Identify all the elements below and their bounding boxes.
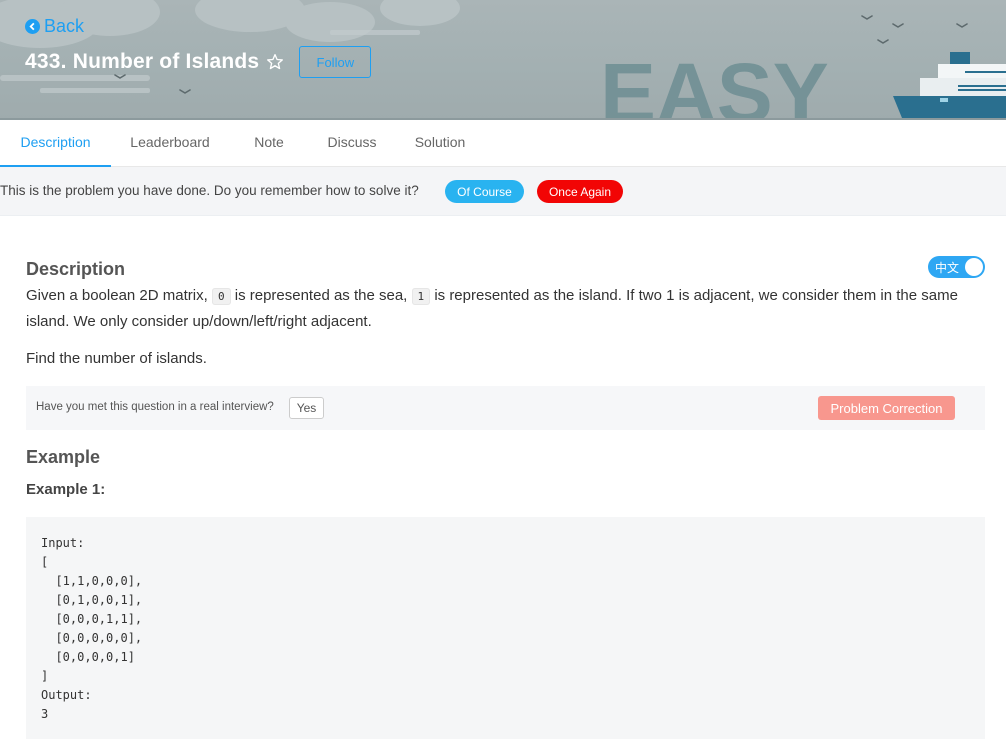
language-toggle-label: 中文 [935,261,960,275]
description-paragraph: Given a boolean 2D matrix, 0 is represen… [26,283,976,334]
arrow-left-circle-icon [25,19,40,34]
problem-tabs: Description Leaderboard Note Discuss Sol… [0,120,1006,167]
star-outline-icon[interactable] [265,52,285,72]
interview-question: Have you met this question in a real int… [36,401,274,413]
toggle-knob [965,258,983,276]
inline-code-zero: 0 [211,288,231,305]
problem-content: Description 中文 Given a boolean 2D matrix… [0,215,1006,755]
problem-correction-button[interactable]: Problem Correction [818,396,955,420]
description-text-1: Given a boolean 2D matrix, [26,287,208,304]
tab-discuss[interactable]: Discuss [322,120,382,167]
description-heading: Description [26,259,126,279]
follow-button[interactable]: Follow [299,46,372,78]
once-again-button[interactable]: Once Again [537,180,623,203]
of-course-button[interactable]: Of Course [445,180,524,203]
inline-code-one: 1 [411,288,431,305]
language-toggle[interactable]: 中文 [928,256,985,278]
example-code: Input: [ [1,1,0,0,0], [0,1,0,0,1], [0,0,… [41,536,143,721]
tab-solution[interactable]: Solution [407,120,473,167]
example-subheading: Example 1: [26,481,106,498]
interview-bar: Have you met this question in a real int… [26,386,985,430]
tab-leaderboard[interactable]: Leaderboard [124,120,216,167]
back-link[interactable]: Back [25,16,84,37]
back-link-label: Back [44,16,85,36]
tab-note[interactable]: Note [244,120,294,167]
problem-header-banner: EASY Back 433. Number of Islands Follow [0,0,1006,120]
tab-description[interactable]: Description [0,120,111,167]
example-heading: Example [26,447,101,467]
problem-title: 433. Number of Islands [25,50,260,73]
description-text-2: is represented as the sea, [234,287,408,304]
svg-text:EASY: EASY [600,46,829,120]
notice-text: This is the problem you have done. Do yo… [0,183,419,198]
yes-button[interactable]: Yes [289,397,324,419]
example-code-block: Input: [ [1,1,0,0,0], [0,1,0,0,1], [0,0,… [26,517,985,739]
description-paragraph-2: Find the number of islands. [26,350,207,367]
done-problem-notice: This is the problem you have done. Do yo… [0,167,1006,215]
problem-title-row: 433. Number of Islands Follow [25,46,372,78]
